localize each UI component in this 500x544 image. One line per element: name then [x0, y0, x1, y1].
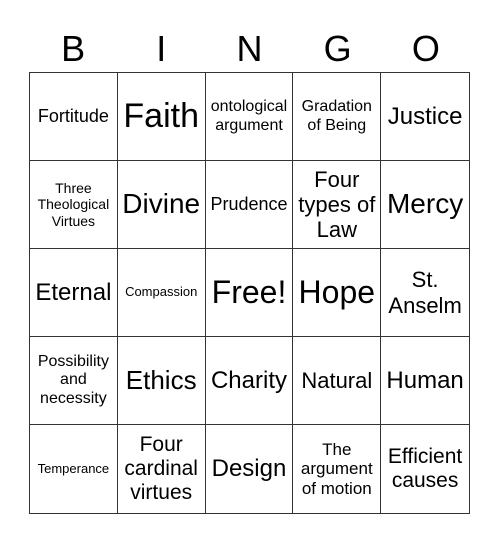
bingo-cell[interactable]: Design: [206, 425, 294, 513]
bingo-grid: Fortitude Faith ontological argument Gra…: [29, 72, 470, 514]
header-letter-n: N: [236, 28, 263, 69]
header-letter-o: O: [411, 28, 440, 69]
bingo-cell[interactable]: Ethics: [117, 337, 206, 425]
bingo-cell[interactable]: Mercy: [381, 161, 469, 249]
bingo-cell[interactable]: Gradation of Being: [293, 73, 382, 161]
bingo-header: B I N G O: [29, 26, 470, 72]
bingo-cell[interactable]: Four cardinal virtues: [118, 425, 206, 513]
bingo-cell[interactable]: Three Theological Virtues: [30, 161, 118, 249]
bingo-cell[interactable]: St. Anselm: [381, 249, 469, 337]
bingo-cell[interactable]: Prudence: [205, 161, 294, 249]
bingo-cell[interactable]: Divine: [117, 161, 206, 249]
bingo-cell[interactable]: Possibility and necessity: [30, 337, 118, 425]
bingo-cell[interactable]: Fortitude: [30, 73, 118, 161]
bingo-cell[interactable]: Natural: [293, 337, 382, 425]
bingo-cell[interactable]: Charity: [205, 337, 294, 425]
free-space-cell[interactable]: Free!: [205, 249, 294, 337]
bingo-cell[interactable]: Eternal: [30, 249, 118, 337]
bingo-cell[interactable]: Hope: [293, 249, 382, 337]
header-letter-b: B: [61, 28, 86, 69]
bingo-cell[interactable]: Justice: [381, 73, 469, 161]
bingo-cell[interactable]: Compassion: [117, 249, 206, 337]
bingo-cell[interactable]: Temperance: [30, 425, 118, 513]
header-letter-i: I: [156, 28, 167, 69]
bingo-cell[interactable]: ontological argument: [205, 73, 294, 161]
bingo-cell[interactable]: Four types of Law: [293, 161, 382, 249]
bingo-cell[interactable]: Human: [381, 337, 469, 425]
header-letter-g: G: [323, 28, 352, 69]
bingo-cell[interactable]: Efficient causes: [381, 425, 469, 513]
bingo-cell[interactable]: The argument of motion: [293, 425, 382, 513]
bingo-cell[interactable]: Faith: [117, 73, 206, 161]
